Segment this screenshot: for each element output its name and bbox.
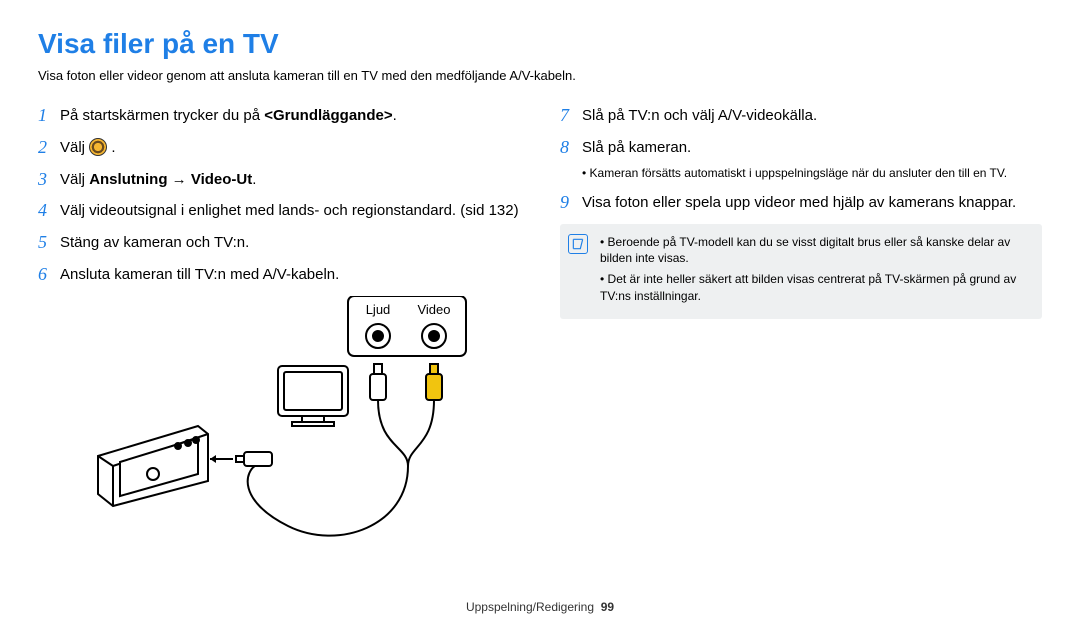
step-number: 5	[38, 232, 60, 254]
step-number: 9	[560, 192, 582, 214]
intro-text: Visa foton eller videor genom att anslut…	[38, 68, 1042, 83]
step-1: 1 På startskärmen trycker du på <Grundlä…	[38, 105, 520, 127]
connection-diagram: Ljud Video	[78, 296, 520, 559]
step-5: 5 Stäng av kameran och TV:n.	[38, 232, 520, 254]
step-text: Visa foton eller spela upp videor med hj…	[582, 192, 1042, 214]
note-item: Det är inte heller säkert att bilden vis…	[600, 271, 1030, 305]
step-text: Välj Anslutning → Video-Ut.	[60, 169, 520, 191]
gear-icon	[89, 138, 107, 156]
step-number: 6	[38, 264, 60, 286]
note-icon	[568, 234, 588, 254]
step-4: 4 Välj videoutsignal i enlighet med land…	[38, 200, 520, 222]
step-text: Välj videoutsignal i enlighet med lands-…	[60, 200, 520, 222]
step-8: 8 Slå på kameran. Kameran försätts autom…	[560, 137, 1042, 182]
diagram-label-audio: Ljud	[366, 302, 391, 317]
step-number: 8	[560, 137, 582, 159]
left-column: 1 På startskärmen trycker du på <Grundlä…	[38, 105, 520, 559]
step-2: 2 Välj .	[38, 137, 520, 159]
step-number: 3	[38, 169, 60, 191]
step-text: Slå på kameran. Kameran försätts automat…	[582, 137, 1042, 182]
note-item: Beroende på TV-modell kan du se visst di…	[600, 234, 1030, 268]
step-subnote: Kameran försätts automatiskt i uppspelni…	[582, 165, 1042, 182]
step-9: 9 Visa foton eller spela upp videor med …	[560, 192, 1042, 214]
right-column: 7 Slå på TV:n och välj A/V-videokälla. 8…	[560, 105, 1042, 559]
step-text: På startskärmen trycker du på <Grundlägg…	[60, 105, 520, 127]
step-text: Stäng av kameran och TV:n.	[60, 232, 520, 254]
step-number: 4	[38, 200, 60, 222]
step-text: Ansluta kameran till TV:n med A/V-kabeln…	[60, 264, 520, 286]
step-3: 3 Välj Anslutning → Video-Ut.	[38, 169, 520, 191]
step-number: 7	[560, 105, 582, 127]
diagram-label-video: Video	[417, 302, 450, 317]
note-box: Beroende på TV-modell kan du se visst di…	[560, 224, 1042, 319]
page-footer: Uppspelning/Redigering 99	[0, 600, 1080, 614]
step-6: 6 Ansluta kameran till TV:n med A/V-kabe…	[38, 264, 520, 286]
step-7: 7 Slå på TV:n och välj A/V-videokälla.	[560, 105, 1042, 127]
step-number: 1	[38, 105, 60, 127]
step-number: 2	[38, 137, 60, 159]
step-text: Välj .	[60, 137, 520, 159]
page-title: Visa filer på en TV	[38, 28, 1042, 60]
step-text: Slå på TV:n och välj A/V-videokälla.	[582, 105, 1042, 127]
